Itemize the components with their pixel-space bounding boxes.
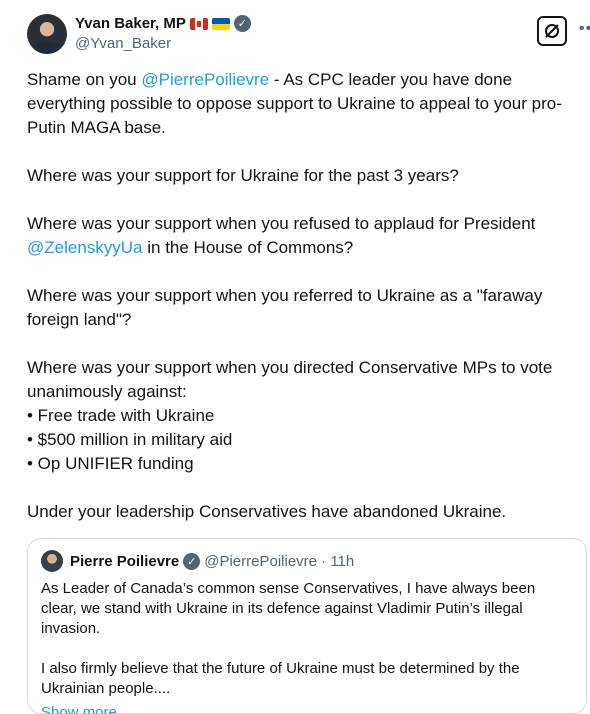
canada-flag-icon <box>189 17 208 30</box>
verified-badge-icon: ✓ <box>183 552 201 570</box>
author-avatar[interactable] <box>27 14 67 54</box>
tweet-paragraph-1: Shame on you @PierrePoilievre - As CPC l… <box>27 70 562 137</box>
quoted-paragraph-2: I also firmly believe that the future of… <box>41 660 520 697</box>
verified-badge-icon[interactable]: ✓ <box>233 15 251 32</box>
tweet-paragraph-5: Where was your support when you directed… <box>27 356 587 476</box>
quoted-paragraph-1: As Leader of Canada’s common sense Conse… <box>41 580 536 637</box>
list-item: • Op UNIFIER funding <box>27 454 194 473</box>
quoted-tweet-header: Pierre Poilievre ✓ @PierrePoilievre · 11… <box>41 550 573 572</box>
mention-link[interactable]: @PierrePoilievre <box>141 70 269 89</box>
tweet-paragraph-6: Under your leadership Conservatives have… <box>27 502 507 521</box>
quoted-author-meta: @PierrePoilievre · 11h <box>204 552 355 570</box>
tweet-paragraph-2: Where was your support for Ukraine for t… <box>27 166 459 185</box>
quoted-tweet[interactable]: Pierre Poilievre ✓ @PierrePoilievre · 11… <box>27 538 587 714</box>
quoted-tweet-text: As Leader of Canada’s common sense Conse… <box>41 579 573 699</box>
quoted-author-avatar[interactable] <box>41 550 63 572</box>
list-item: • $500 million in military aid <box>27 430 233 449</box>
show-more-link[interactable]: Show more <box>41 703 573 714</box>
tweet-header: Yvan Baker, MP ✓ @Yvan_Baker ••• <box>27 12 590 58</box>
more-options-icon[interactable]: ••• <box>579 20 590 38</box>
tweet-paragraph-4: Where was your support when you referred… <box>27 286 543 329</box>
list-item: • Free trade with Ukraine <box>27 406 215 425</box>
ukraine-flag-icon <box>211 17 230 30</box>
author-name-row: Yvan Baker, MP ✓ <box>75 15 251 32</box>
tweet-text: Shame on you @PierrePoilievre - As CPC l… <box>27 68 587 548</box>
author-name[interactable]: Yvan Baker, MP <box>75 15 186 32</box>
quoted-author-name[interactable]: Pierre Poilievre <box>70 553 179 570</box>
tweet-paragraph-3: Where was your support when you refused … <box>27 214 536 257</box>
mention-link[interactable]: @ZelenskyyUa <box>27 238 143 257</box>
grok-icon[interactable] <box>537 16 567 46</box>
author-handle[interactable]: @Yvan_Baker <box>75 35 171 52</box>
